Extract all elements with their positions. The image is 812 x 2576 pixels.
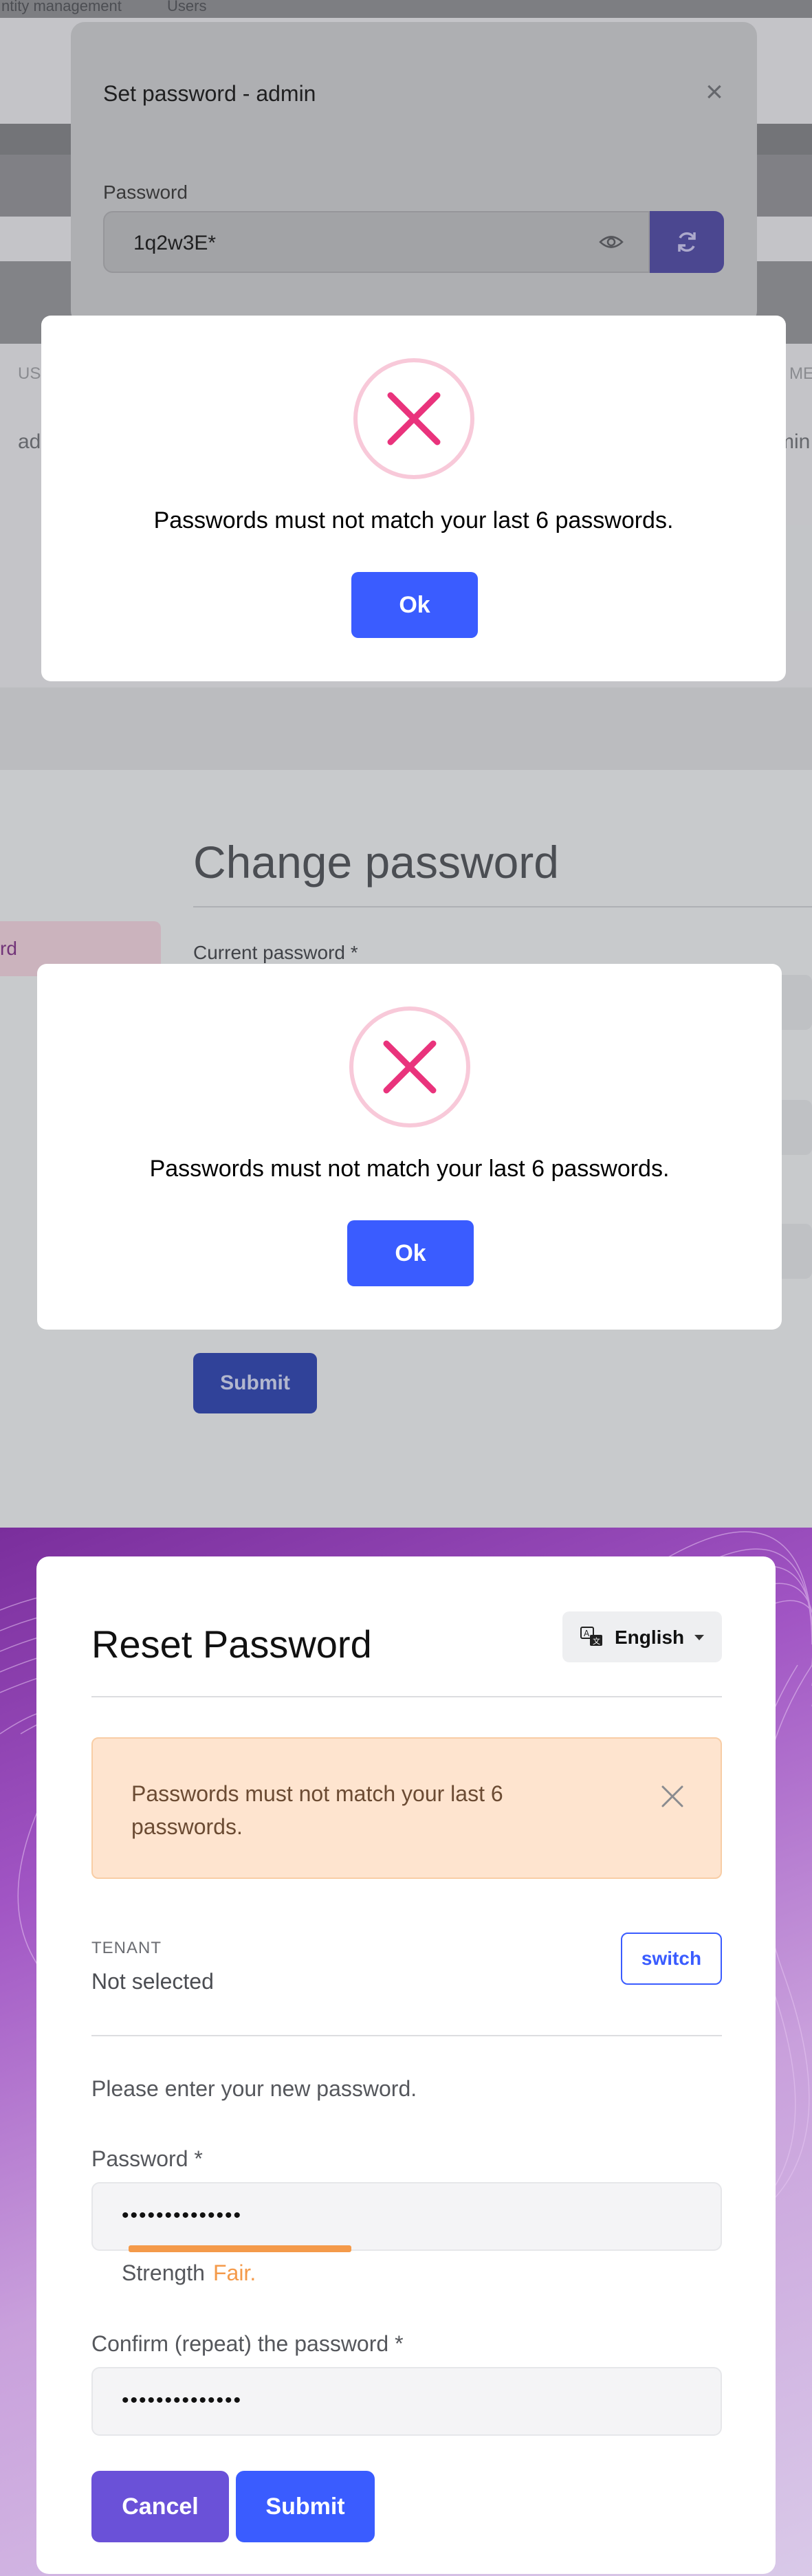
error-x-icon	[387, 392, 441, 445]
language-dropdown[interactable]: A 文 English	[562, 1611, 722, 1662]
error-alert-dialog: Passwords must not match your last 6 pas…	[41, 316, 786, 681]
page-title: Reset Password	[91, 1622, 372, 1666]
divider	[91, 2035, 722, 2036]
password-input[interactable]: ••••••••••••••	[91, 2182, 722, 2251]
password-value: ••••••••••••••	[122, 2204, 243, 2227]
warning-message: Passwords must not match your last 6 pas…	[131, 1781, 503, 1839]
error-icon-circle	[353, 358, 474, 479]
tenant-value: Not selected	[91, 1969, 214, 1994]
error-alert-dialog: Passwords must not match your last 6 pas…	[37, 964, 782, 1330]
change-password-screen: Change password rd Current password * Su…	[0, 687, 812, 1528]
confirm-password-label: Confirm (repeat) the password *	[91, 2331, 404, 2356]
submit-button[interactable]: Submit	[236, 2471, 375, 2542]
ok-button[interactable]: Ok	[347, 1220, 474, 1286]
strength-label: Strength	[122, 2260, 205, 2285]
ok-button[interactable]: Ok	[351, 572, 478, 638]
warning-alert: Passwords must not match your last 6 pas…	[91, 1737, 722, 1879]
instruction-text: Please enter your new password.	[91, 2076, 417, 2101]
divider	[91, 1696, 722, 1697]
strength-indicator: Strength Fair.	[122, 2260, 256, 2286]
svg-text:文: 文	[593, 1636, 600, 1646]
reset-password-card: Reset Password A 文 English Passwords mus…	[36, 1556, 776, 2574]
svg-text:A: A	[584, 1629, 590, 1638]
chevron-down-icon	[694, 1635, 704, 1640]
translate-icon: A 文	[580, 1627, 602, 1646]
alert-message: Passwords must not match your last 6 pas…	[149, 1156, 670, 1182]
language-label: English	[615, 1627, 685, 1648]
close-icon[interactable]	[659, 1783, 686, 1810]
confirm-password-input[interactable]: ••••••••••••••	[91, 2367, 722, 2436]
password-label: Password *	[91, 2146, 203, 2171]
tenant-label: TENANT	[91, 1939, 162, 1957]
alert-message: Passwords must not match your last 6 pas…	[153, 507, 674, 533]
set-password-screen: ntity management Users US ME ad min Set …	[0, 0, 812, 687]
error-icon-circle	[349, 1006, 470, 1127]
cancel-button[interactable]: Cancel	[91, 2471, 229, 2542]
error-x-icon	[383, 1040, 437, 1094]
switch-tenant-button[interactable]: switch	[621, 1933, 722, 1985]
confirm-password-value: ••••••••••••••	[122, 2389, 243, 2412]
strength-value: Fair.	[212, 2260, 256, 2285]
reset-password-screen: Reset Password A 文 English Passwords mus…	[0, 1528, 812, 2576]
strength-bar	[129, 2245, 351, 2252]
